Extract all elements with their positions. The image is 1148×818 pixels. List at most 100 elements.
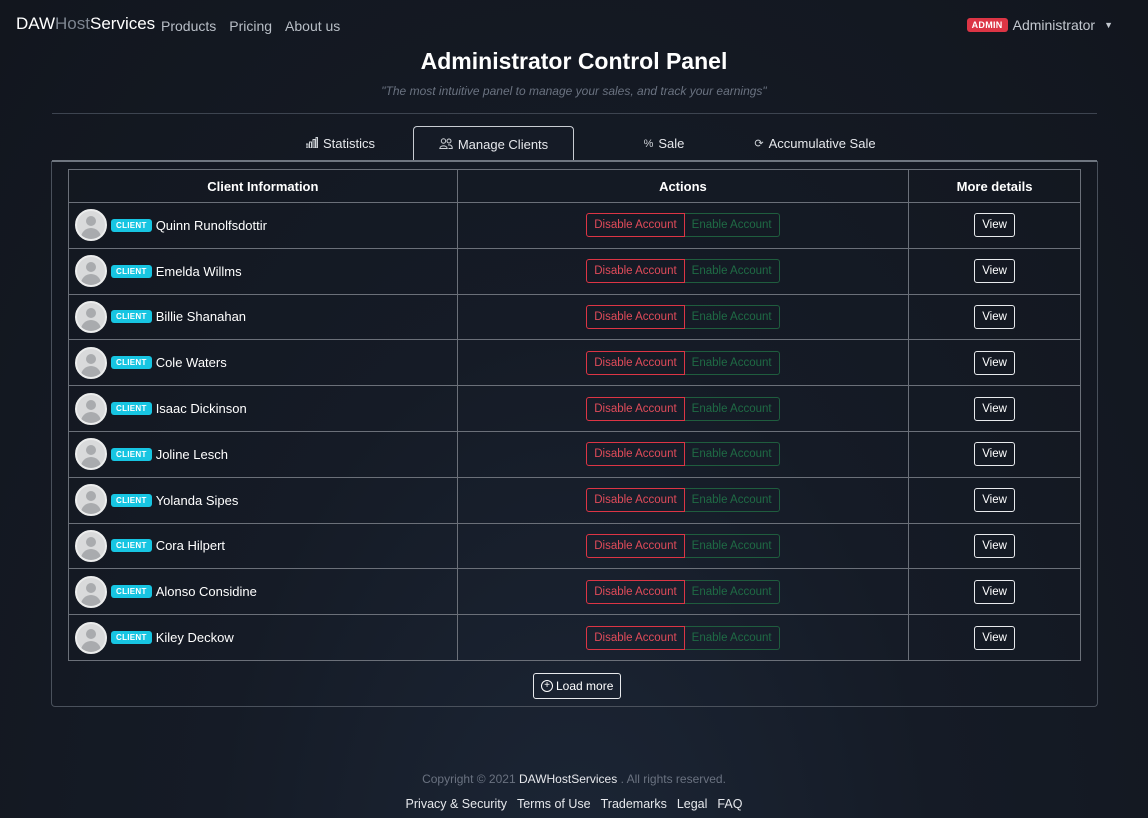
enable-account-button[interactable]: Enable Account	[684, 442, 780, 467]
table-row: CLIENT Billie Shanahan Disable Account Enab…	[68, 293, 1081, 341]
table-row: CLIENT Quinn Runolfsdottir Disable Account…	[68, 202, 1081, 249]
brand-host: Host	[55, 14, 90, 33]
view-button[interactable]: View	[974, 488, 1015, 513]
more-details-cell: View	[908, 476, 1081, 524]
avatar	[75, 529, 107, 562]
disable-account-button[interactable]: Disable Account	[586, 350, 685, 375]
caret-down-icon: ▼	[1104, 20, 1113, 30]
table-row: CLIENT Alonso Considine Disable Account Ena…	[68, 568, 1081, 616]
disable-account-button[interactable]: Disable Account	[586, 259, 685, 284]
view-button[interactable]: View	[974, 625, 1015, 650]
account-actions-group: Disable Account Enable Account	[586, 625, 780, 650]
client-info-cell: CLIENT Yolanda Sipes	[68, 476, 458, 524]
client-name: Billie Shanahan	[155, 309, 247, 325]
plus-circle-icon: +	[541, 680, 553, 692]
client-name: Kiley Deckow	[155, 630, 234, 646]
actions-cell: Disable Account Enable Account	[456, 202, 910, 249]
enable-account-button[interactable]: Enable Account	[684, 625, 780, 650]
tab-manage-clients[interactable]: Manage Clients	[413, 126, 574, 162]
client-info-cell: CLIENT Cora Hilpert	[68, 522, 458, 570]
client-info-cell: CLIENT Alonso Considine	[68, 568, 458, 616]
brand-logo[interactable]: DAWHostServices	[16, 14, 155, 34]
disable-account-button[interactable]: Disable Account	[586, 304, 685, 329]
footer-link-privacy[interactable]: Privacy & Security	[406, 797, 507, 811]
view-button[interactable]: View	[974, 442, 1015, 467]
nav-link-about-us[interactable]: About us	[285, 18, 340, 34]
view-button[interactable]: View	[974, 259, 1015, 284]
navbar: DAWHostServices Products Pricing About u…	[0, 0, 1148, 50]
enable-account-button[interactable]: Enable Account	[684, 350, 780, 375]
footer-link-faq[interactable]: FAQ	[717, 797, 742, 811]
view-button[interactable]: View	[974, 396, 1015, 421]
disable-account-button[interactable]: Disable Account	[586, 488, 685, 513]
disable-account-button[interactable]: Disable Account	[586, 213, 685, 238]
client-badge: CLIENT	[111, 539, 152, 553]
client-badge: CLIENT	[111, 356, 152, 370]
manage-clients-panel: Client Information Actions More details …	[51, 161, 1098, 707]
client-info-cell: CLIENT Cole Waters	[68, 339, 458, 387]
client-info-cell: CLIENT Billie Shanahan	[68, 293, 458, 341]
admin-badge: ADMIN	[966, 18, 1008, 32]
more-details-cell: View	[908, 202, 1081, 249]
client-badge: CLIENT	[111, 631, 152, 645]
header-divider	[52, 113, 1097, 114]
client-badge: CLIENT	[111, 218, 152, 232]
more-details-cell: View	[908, 614, 1081, 661]
disable-account-button[interactable]: Disable Account	[586, 533, 685, 558]
nav-link-products[interactable]: Products	[161, 18, 216, 34]
view-button[interactable]: View	[974, 304, 1015, 329]
enable-account-button[interactable]: Enable Account	[684, 533, 780, 558]
nav-link-pricing[interactable]: Pricing	[229, 18, 272, 34]
more-details-cell: View	[908, 247, 1081, 295]
tab-label: Manage Clients	[457, 137, 549, 152]
enable-account-button[interactable]: Enable Account	[684, 259, 780, 284]
account-actions-group: Disable Account Enable Account	[586, 259, 780, 284]
tab-label: Statistics	[322, 136, 375, 151]
avatar	[75, 621, 107, 654]
footer-link-trademarks[interactable]: Trademarks	[601, 797, 667, 811]
user-menu-dropdown[interactable]: ADMIN Administrator ▼	[966, 17, 1113, 33]
account-actions-group: Disable Account Enable Account	[586, 350, 780, 375]
view-button[interactable]: View	[974, 579, 1015, 604]
bar-chart-icon	[305, 136, 318, 151]
enable-account-button[interactable]: Enable Account	[684, 213, 780, 238]
actions-cell: Disable Account Enable Account	[456, 430, 910, 478]
view-button[interactable]: View	[974, 350, 1015, 375]
view-button[interactable]: View	[974, 533, 1015, 558]
actions-cell: Disable Account Enable Account	[456, 339, 910, 387]
actions-cell: Disable Account Enable Account	[456, 247, 910, 295]
table-row: CLIENT Yolanda Sipes Disable Account Enable…	[68, 476, 1081, 524]
footer-link-terms[interactable]: Terms of Use	[517, 797, 591, 811]
client-info-cell: CLIENT Isaac Dickinson	[68, 385, 458, 432]
client-info: CLIENT Quinn Runolfsdottir	[69, 209, 457, 242]
tab-bar: Statistics Manage Clients % Sale ⟳ Accum…	[52, 126, 1097, 162]
view-button[interactable]: View	[974, 213, 1015, 238]
footer-link-legal[interactable]: Legal	[677, 797, 708, 811]
header-actions: Actions	[456, 169, 910, 203]
enable-account-button[interactable]: Enable Account	[684, 304, 780, 329]
client-info: CLIENT Yolanda Sipes	[69, 484, 457, 517]
disable-account-button[interactable]: Disable Account	[586, 579, 685, 604]
enable-account-button[interactable]: Enable Account	[684, 579, 780, 604]
disable-account-button[interactable]: Disable Account	[586, 442, 685, 467]
tab-accumulative-sale[interactable]: ⟳ Accumulative Sale	[745, 126, 885, 161]
tab-statistics[interactable]: Statistics	[288, 126, 393, 161]
table-row: CLIENT Joline Lesch Disable Account Enable …	[68, 430, 1081, 478]
actions-cell: Disable Account Enable Account	[456, 568, 910, 616]
enable-account-button[interactable]: Enable Account	[684, 396, 780, 421]
account-actions-group: Disable Account Enable Account	[586, 488, 780, 513]
percent-icon: %	[643, 137, 654, 150]
load-more-button[interactable]: + Load more	[533, 673, 622, 699]
table-row: CLIENT Emelda Willms Disable Account Enable…	[68, 247, 1081, 295]
tab-sale[interactable]: % Sale	[624, 126, 704, 161]
more-details-cell: View	[908, 522, 1081, 570]
enable-account-button[interactable]: Enable Account	[684, 488, 780, 513]
avatar	[75, 392, 107, 425]
disable-account-button[interactable]: Disable Account	[586, 625, 685, 650]
header-more-details: More details	[908, 169, 1081, 203]
client-badge: CLIENT	[111, 264, 152, 278]
disable-account-button[interactable]: Disable Account	[586, 396, 685, 421]
client-badge: CLIENT	[111, 493, 152, 507]
page-subtitle: "The most intuitive panel to manage your…	[381, 84, 767, 98]
copyright-suffix: . All rights reserved.	[620, 772, 726, 786]
